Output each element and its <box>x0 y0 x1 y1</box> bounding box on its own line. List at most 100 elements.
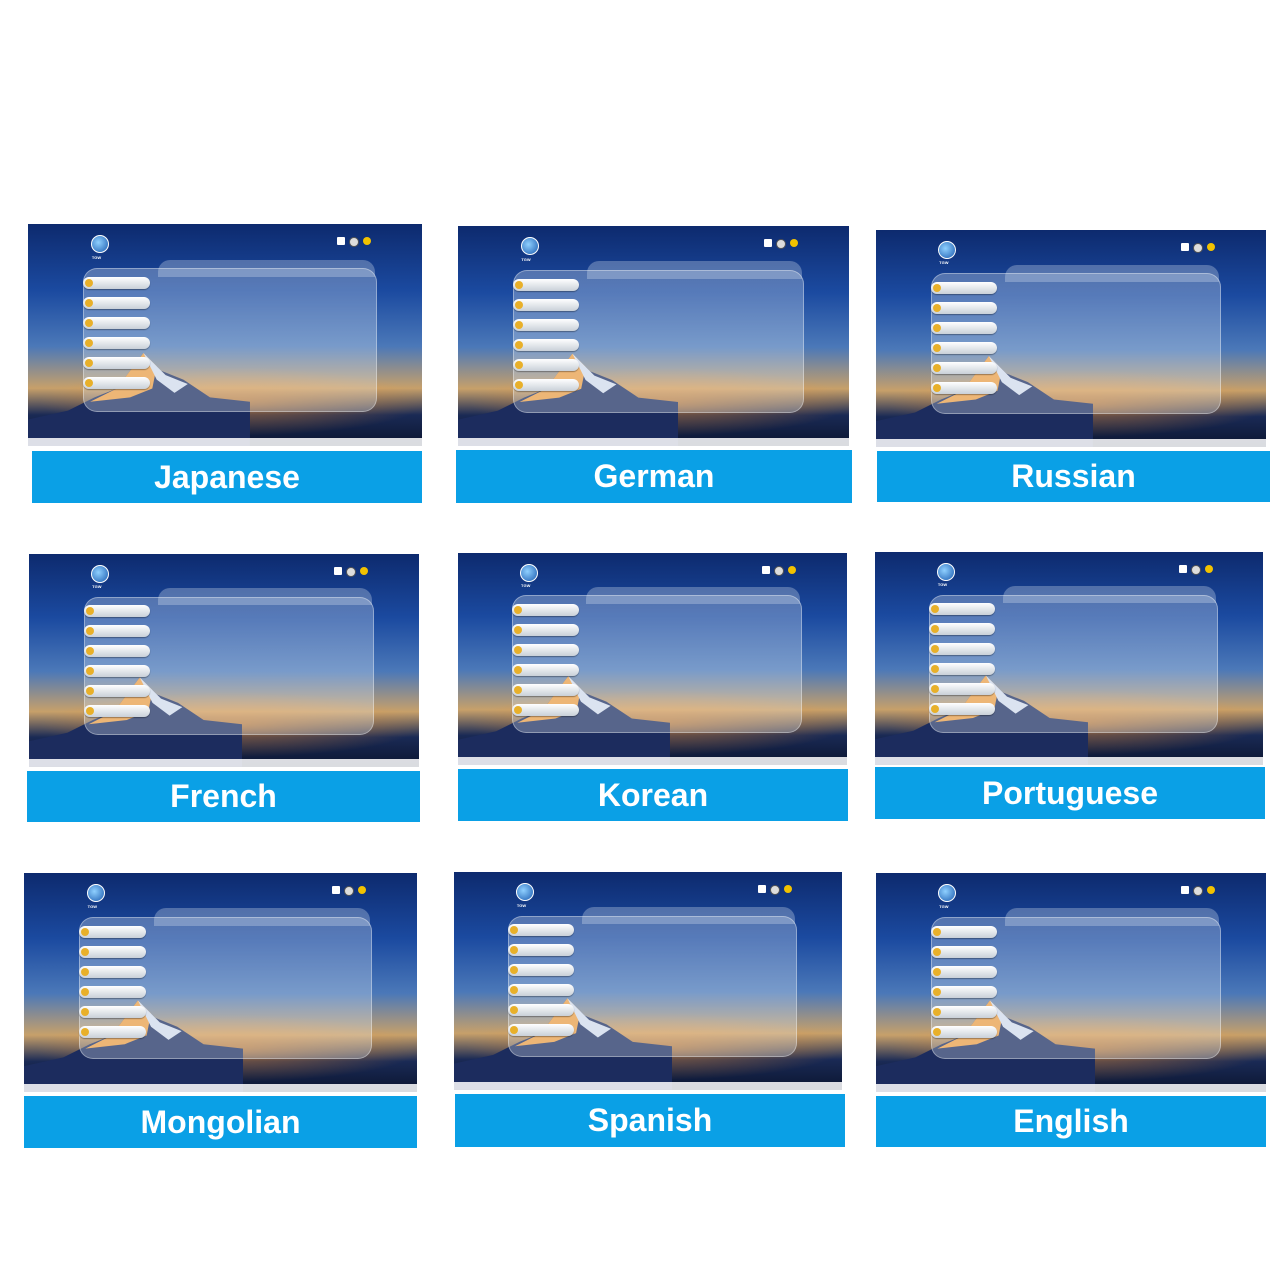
menu-item-icon <box>85 667 94 676</box>
menu-item-icon <box>514 665 523 674</box>
menu-item <box>83 297 151 310</box>
menu-item-icon <box>514 705 523 714</box>
menu-item <box>83 317 151 330</box>
top-icons <box>331 886 366 897</box>
user-icon <box>1181 886 1190 895</box>
menu-item <box>79 1025 146 1038</box>
settings-icon <box>774 565 785 576</box>
menu-item-icon <box>81 947 90 956</box>
top-icons <box>334 566 369 577</box>
menu-item-icon <box>932 324 941 333</box>
menu-item-icon <box>514 380 523 389</box>
menu-item <box>929 703 996 716</box>
menu-item <box>930 362 997 375</box>
settings-icon <box>343 886 354 897</box>
info-icon <box>790 239 799 248</box>
top-icons <box>1181 886 1216 897</box>
logo-text: TGW <box>521 256 531 262</box>
menu-item <box>508 1004 575 1017</box>
menu-item <box>83 377 151 390</box>
info-icon <box>362 237 371 246</box>
menu-item-icon <box>932 927 941 936</box>
logo-icon <box>520 563 539 582</box>
menu-item <box>930 965 997 978</box>
menu-item <box>512 298 580 311</box>
menu-item <box>929 603 996 616</box>
menu-item <box>508 984 575 997</box>
status-bar <box>876 439 1266 447</box>
user-icon <box>336 237 345 246</box>
menu-item-icon <box>85 647 94 656</box>
side-menu <box>930 925 997 1046</box>
logo-icon <box>938 240 957 259</box>
menu-item <box>930 985 997 998</box>
logo-icon <box>516 882 535 901</box>
menu-item <box>512 318 580 331</box>
menu-item <box>930 1005 997 1018</box>
menu-item-icon <box>510 1026 519 1035</box>
menu-item <box>930 925 997 938</box>
menu-item-icon <box>81 987 90 996</box>
menu-item-icon <box>932 304 941 313</box>
side-menu <box>930 282 997 402</box>
logo-text: TGW <box>516 902 527 908</box>
menu-item-icon <box>514 360 523 369</box>
info-icon <box>360 566 369 575</box>
menu-item-icon <box>514 340 523 349</box>
menu-item <box>930 945 997 958</box>
label-mongolian: Mongolian <box>24 1096 417 1148</box>
menu-item <box>83 665 150 678</box>
menu-item-icon <box>932 1007 941 1016</box>
user-icon <box>762 565 771 574</box>
menu-item-icon <box>85 707 94 716</box>
status-bar <box>875 757 1263 765</box>
logo-icon <box>91 564 110 583</box>
menu-item <box>512 643 579 656</box>
logo-text: TGW <box>87 903 97 909</box>
menu-item-icon <box>932 947 941 956</box>
menu-item-icon <box>85 379 94 388</box>
menu-item <box>79 925 146 938</box>
settings-icon <box>348 237 359 248</box>
menu-item <box>79 1005 146 1018</box>
info-icon <box>1207 886 1216 895</box>
status-bar <box>458 438 849 446</box>
user-icon <box>757 885 766 894</box>
logo-icon <box>938 883 957 902</box>
logo-text: TGW <box>91 255 102 261</box>
menu-item <box>83 277 151 290</box>
status-bar <box>876 1084 1266 1092</box>
settings-icon <box>346 566 357 577</box>
menu-item <box>929 643 996 656</box>
label-russian: Russian <box>877 451 1270 502</box>
side-menu <box>79 925 146 1046</box>
side-menu <box>512 603 579 724</box>
menu-item <box>930 1025 997 1038</box>
menu-item <box>930 382 997 395</box>
label-german: German <box>456 450 852 503</box>
top-icons <box>757 885 792 896</box>
info-icon <box>788 565 797 574</box>
top-icons <box>762 565 797 576</box>
menu-item-icon <box>85 607 94 616</box>
menu-item-icon <box>932 284 941 293</box>
menu-item-icon <box>81 1027 90 1036</box>
menu-item-icon <box>85 279 94 288</box>
menu-item-icon <box>932 384 941 393</box>
logo-text: TGW <box>937 581 948 587</box>
info-icon <box>1204 564 1213 573</box>
logo-text: TGW <box>92 583 102 589</box>
menu-item-icon <box>81 1007 90 1016</box>
menu-item <box>930 342 997 355</box>
menu-item-icon <box>514 645 523 654</box>
status-bar <box>454 1082 842 1090</box>
user-icon <box>764 239 773 248</box>
menu-item-icon <box>514 300 523 309</box>
menu-item-icon <box>931 665 940 674</box>
menu-item <box>512 603 579 616</box>
label-portuguese: Portuguese <box>875 767 1265 819</box>
menu-item-icon <box>510 946 519 955</box>
screenshot-spanish: TGW <box>454 872 842 1090</box>
menu-item <box>83 625 150 638</box>
settings-icon <box>1193 243 1204 254</box>
